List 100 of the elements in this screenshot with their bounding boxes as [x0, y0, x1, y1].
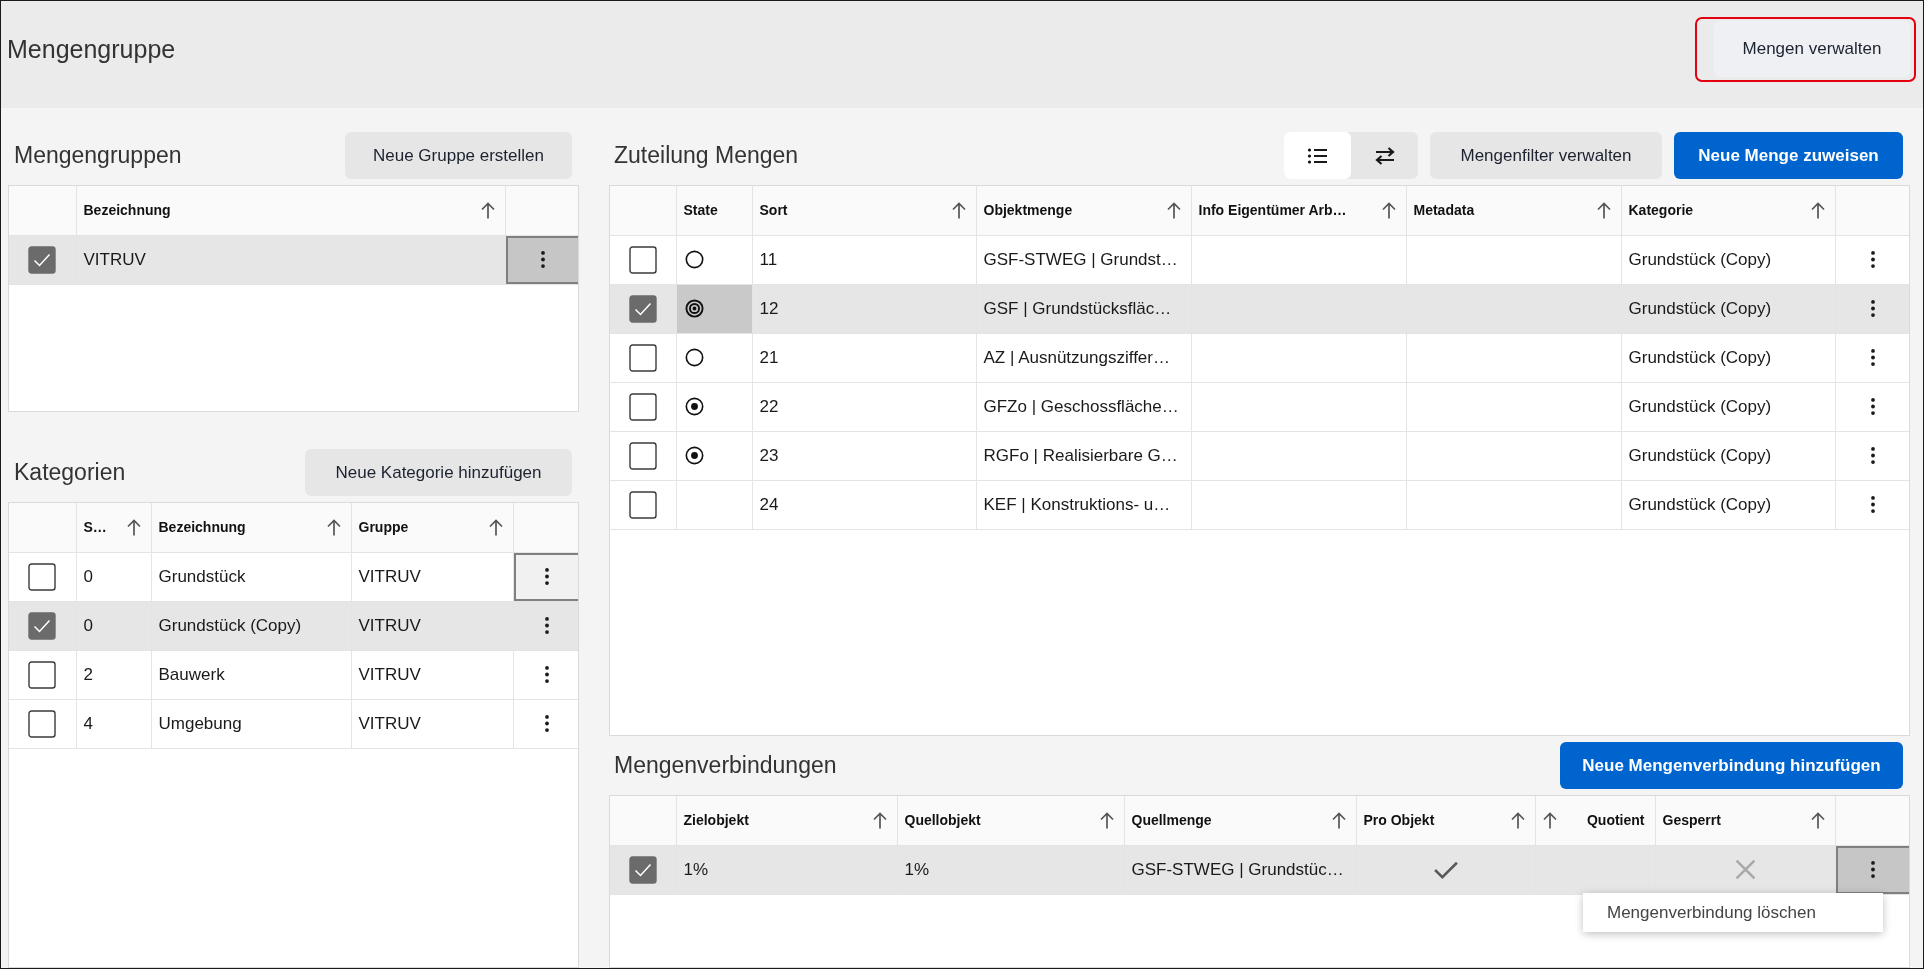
- column-header[interactable]: Quellobjekt: [897, 796, 1124, 845]
- table-cell: Grundstück (Copy): [1621, 235, 1835, 284]
- table-cell: VITRUV: [351, 650, 513, 699]
- swap-arrows-icon: [1373, 146, 1396, 165]
- sort-arrow-icon[interactable]: [326, 518, 341, 536]
- table-cell: 1%: [897, 845, 1124, 894]
- state-cell[interactable]: [676, 431, 752, 480]
- state-cell[interactable]: [676, 382, 752, 431]
- add-category-button[interactable]: Neue Kategorie hinzufügen: [305, 449, 572, 496]
- table-row[interactable]: 1% 1% GSF-STWEG | Grundstüc…: [610, 845, 1909, 894]
- checkbox[interactable]: [28, 562, 57, 591]
- column-header: State: [682, 201, 719, 221]
- table-row[interactable]: 21 AZ | Ausnützungsziffer… Grundstück (Copy): [610, 333, 1909, 382]
- table-row[interactable]: 0 Grundstück VITRUV: [9, 552, 578, 601]
- add-connection-button[interactable]: Neue Mengenverbindung hinzufügen: [1560, 742, 1903, 789]
- row-menu-button[interactable]: [513, 552, 578, 601]
- table-cell: 23: [752, 431, 976, 480]
- table-row[interactable]: 23 RGFo | Realisierbare G… Grundstück (Copy): [610, 431, 1909, 480]
- sort-arrow-icon[interactable]: [480, 201, 495, 219]
- sort-arrow-icon[interactable]: [1331, 811, 1346, 829]
- column-header[interactable]: Gesperrt: [1655, 796, 1835, 845]
- table-cell: 0: [76, 601, 151, 650]
- column-header[interactable]: S…: [76, 503, 151, 552]
- sort-arrow-icon[interactable]: [872, 811, 887, 829]
- table-cell: 1%: [676, 845, 897, 894]
- table-row[interactable]: 4 Umgebung VITRUV: [9, 699, 578, 748]
- sort-arrow-icon[interactable]: [1166, 201, 1181, 219]
- column-header[interactable]: Kategorie: [1621, 186, 1835, 235]
- table-cell: 22: [752, 382, 976, 431]
- sort-arrow-icon[interactable]: [1810, 201, 1825, 219]
- section-title: Mengengruppen: [14, 142, 182, 169]
- checkbox[interactable]: [628, 392, 657, 421]
- checkbox[interactable]: [628, 855, 657, 884]
- sort-arrow-icon[interactable]: [126, 518, 141, 536]
- checkbox[interactable]: [28, 709, 57, 738]
- table-cell: Bauwerk: [151, 650, 351, 699]
- more-vertical-icon: [544, 568, 549, 585]
- more-vertical-icon: [540, 251, 545, 268]
- checkbox[interactable]: [28, 611, 57, 640]
- checkbox[interactable]: [28, 660, 57, 689]
- sort-arrow-icon[interactable]: [1099, 811, 1114, 829]
- section-title: Mengenverbindungen: [614, 752, 837, 779]
- assign-quantity-button[interactable]: Neue Menge zuweisen: [1674, 132, 1903, 179]
- menu-item[interactable]: Mengenverbindung löschen: [1583, 893, 1883, 932]
- table-cell: AZ | Ausnützungsziffer…: [976, 333, 1191, 382]
- state-cell[interactable]: [676, 333, 752, 382]
- manage-quantities-button[interactable]: Mengen verwalten: [1714, 21, 1910, 77]
- table-cell: Grundstück (Copy): [1621, 333, 1835, 382]
- sort-arrow-icon[interactable]: [951, 201, 966, 219]
- checkbox[interactable]: [628, 343, 657, 372]
- table-row[interactable]: 24 KEF | Konstruktions- u… Grundstück (Copy): [610, 480, 1909, 529]
- table-cell: Grundstück (Copy): [1621, 480, 1835, 529]
- sort-arrow-icon[interactable]: [1381, 201, 1396, 219]
- checkbox[interactable]: [628, 245, 657, 274]
- checkbox[interactable]: [628, 294, 657, 323]
- more-vertical-icon: [1871, 349, 1876, 366]
- row-menu-button[interactable]: [1835, 845, 1909, 894]
- table-cell: Grundstück (Copy): [151, 601, 351, 650]
- sort-arrow-icon[interactable]: [1810, 811, 1825, 829]
- column-header[interactable]: Gruppe: [351, 503, 513, 552]
- table-cell: 2: [76, 650, 151, 699]
- column-header[interactable]: Bezeichnung: [151, 503, 351, 552]
- checkbox[interactable]: [28, 245, 57, 274]
- state-cell[interactable]: [676, 480, 752, 529]
- column-header[interactable]: Quellmenge: [1124, 796, 1356, 845]
- section-title: Zuteilung Mengen: [614, 142, 799, 169]
- table-cell: Grundstück (Copy): [1621, 431, 1835, 480]
- column-header[interactable]: Info Eigentümer Arb…: [1191, 186, 1406, 235]
- checkbox[interactable]: [628, 441, 657, 470]
- table-row[interactable]: 0 Grundstück (Copy) VITRUV: [9, 601, 578, 650]
- state-cell[interactable]: [676, 284, 752, 333]
- column-header[interactable]: Objektmenge: [976, 186, 1191, 235]
- manage-filters-button[interactable]: Mengenfilter verwalten: [1430, 132, 1662, 179]
- sort-arrow-icon[interactable]: [1542, 811, 1557, 829]
- view-toggle-button[interactable]: [1284, 132, 1351, 179]
- more-vertical-icon: [1871, 398, 1876, 415]
- table-cell: 24: [752, 480, 976, 529]
- table-cell: RGFo | Realisierbare G…: [976, 431, 1191, 480]
- row-menu-button[interactable]: [505, 235, 578, 284]
- column-header[interactable]: Sort: [752, 186, 976, 235]
- column-header[interactable]: Metadata: [1406, 186, 1621, 235]
- table-cell: VITRUV: [351, 552, 513, 601]
- checkbox[interactable]: [628, 490, 657, 519]
- table-cell: 0: [76, 552, 151, 601]
- table-row[interactable]: 12 GSF | Grundstücksfläc… Grundstück (Copy): [610, 284, 1909, 333]
- column-header[interactable]: Quotient: [1535, 796, 1655, 845]
- column-header[interactable]: Pro Objekt: [1356, 796, 1535, 845]
- table-cell: GSF-STWEG | Grundstüc…: [1124, 845, 1356, 894]
- sort-arrow-icon[interactable]: [1596, 201, 1611, 219]
- state-cell[interactable]: [676, 235, 752, 284]
- table-row[interactable]: VITRUV: [9, 235, 578, 284]
- table-cell: GFZo | Geschossfläche…: [976, 382, 1191, 431]
- column-header[interactable]: Bezeichnung: [76, 186, 505, 235]
- sort-arrow-icon[interactable]: [1510, 811, 1525, 829]
- sort-arrow-icon[interactable]: [488, 518, 503, 536]
- table-row[interactable]: 2 Bauwerk VITRUV: [9, 650, 578, 699]
- table-row[interactable]: 22 GFZo | Geschossfläche… Grundstück (Copy): [610, 382, 1909, 431]
- create-group-button[interactable]: Neue Gruppe erstellen: [345, 132, 572, 179]
- table-row[interactable]: 11 GSF-STWEG | Grundst… Grundstück (Copy): [610, 235, 1909, 284]
- column-header[interactable]: Zielobjekt: [676, 796, 897, 845]
